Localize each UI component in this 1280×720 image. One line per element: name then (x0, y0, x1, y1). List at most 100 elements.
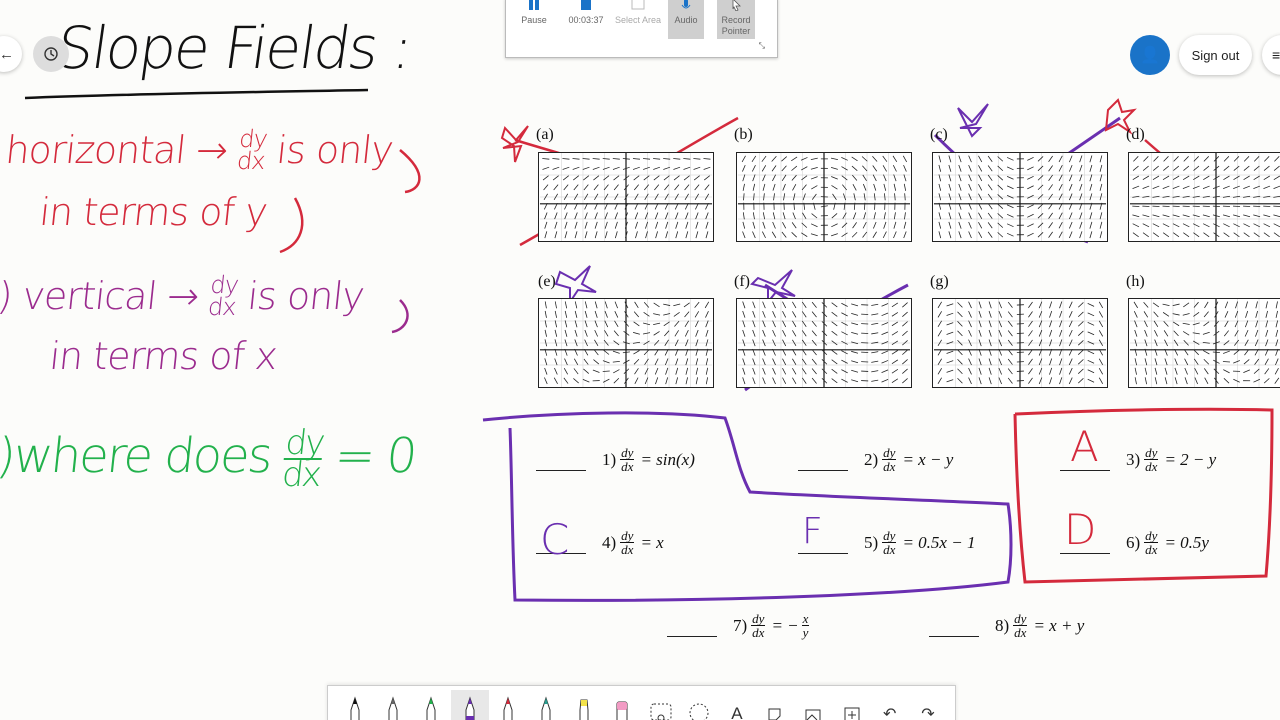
sign-out-button[interactable]: Sign out (1179, 35, 1252, 75)
slope-segment (643, 312, 650, 317)
slope-segment (573, 184, 579, 191)
slope-segment (572, 166, 580, 170)
answer-blank[interactable] (667, 615, 717, 637)
slope-segment (1202, 331, 1210, 335)
slope-segment (544, 367, 548, 375)
eraser-tool[interactable] (603, 690, 641, 720)
pen-teal-tool[interactable] (527, 690, 565, 720)
answer-blank[interactable]: F (798, 511, 848, 554)
slope-segment (1028, 368, 1033, 375)
slope-field-label-e: (e) (538, 273, 556, 290)
slope-segment (902, 330, 908, 336)
lasso-select-tool[interactable] (642, 690, 680, 720)
slope-segment (978, 377, 982, 385)
pen-gray-tool[interactable] (374, 690, 412, 720)
pen-purple-tool[interactable] (450, 690, 489, 720)
slope-segment (1007, 377, 1013, 384)
slope-segment (705, 329, 709, 337)
pause-button[interactable]: Pause (510, 0, 558, 39)
slope-segment (987, 212, 993, 219)
undo-button[interactable]: ↶ (871, 690, 909, 720)
slope-segment (891, 321, 899, 327)
slope-segment (903, 221, 907, 229)
select-area-button[interactable]: Select Area (614, 0, 662, 39)
slope-segment (903, 174, 907, 182)
slope-segment (831, 378, 838, 384)
slope-segment (1087, 303, 1095, 307)
pen-green-tool[interactable] (412, 690, 450, 720)
slope-segment (946, 322, 954, 326)
slope-segment (694, 311, 700, 318)
slope-segment (572, 158, 580, 160)
answer-blank[interactable]: C (536, 518, 586, 560)
answer-blank[interactable] (798, 449, 848, 471)
answer-blank[interactable]: D (1060, 508, 1110, 554)
slope-segment (948, 231, 952, 239)
slope-segment (584, 320, 588, 328)
answer-blank[interactable] (536, 449, 586, 471)
slope-segment (1028, 311, 1033, 318)
slope-segment (762, 377, 766, 385)
slope-segment (1089, 164, 1093, 172)
slope-segment (968, 377, 972, 385)
slope-segment (604, 231, 608, 239)
slope-segment (1006, 166, 1014, 171)
highlighter-tool[interactable] (565, 690, 603, 720)
slope-segment (791, 174, 797, 181)
share-button[interactable]: 👤 (1130, 35, 1170, 75)
slope-segment (883, 183, 887, 191)
slope-segment (1243, 175, 1250, 180)
slope-segment (792, 330, 797, 337)
text-tool[interactable]: A (718, 690, 756, 720)
slope-segment (1162, 312, 1170, 317)
slope-segment (1162, 175, 1170, 180)
audio-toggle[interactable]: Audio (668, 0, 704, 39)
history-button[interactable] (33, 36, 69, 72)
slope-segment (1027, 185, 1034, 190)
slope-segment (988, 301, 992, 309)
shapes-tool[interactable] (756, 690, 794, 720)
slope-segment (978, 184, 983, 191)
slope-segment (654, 212, 659, 220)
slope-segment (1263, 232, 1270, 238)
image-tool[interactable] (794, 690, 832, 720)
slope-segment (633, 321, 640, 327)
redo-button[interactable]: ↷ (909, 690, 947, 720)
slope-segment (1132, 223, 1140, 228)
pen-black-tool[interactable] (336, 690, 374, 720)
add-page-tool[interactable] (832, 690, 870, 720)
slope-segment (968, 310, 972, 318)
slope-segment (810, 233, 818, 237)
slope-segment (968, 212, 972, 220)
slope-segment (1077, 321, 1084, 327)
slope-segment (1245, 301, 1248, 309)
slope-segment (704, 301, 710, 309)
slope-segment (851, 312, 859, 316)
slope-segment (632, 158, 641, 160)
slope-segment (574, 231, 578, 239)
slope-segment (761, 155, 767, 162)
slope-segment (1274, 156, 1280, 162)
slope-segment (871, 379, 879, 382)
slope-segment (695, 231, 699, 239)
slope-segment (831, 321, 838, 327)
slope-segment (1132, 185, 1140, 189)
pen-red-tool[interactable] (489, 690, 527, 720)
slope-field-e (538, 298, 714, 388)
slope-segment (801, 232, 808, 237)
record-pointer-toggle[interactable]: Record Pointer (717, 0, 755, 39)
slope-segment (883, 212, 886, 220)
circle-select-tool[interactable] (680, 690, 718, 720)
slope-segment (752, 221, 756, 229)
slope-segment (988, 320, 992, 328)
slope-segment (1192, 223, 1200, 228)
slope-segment (871, 313, 879, 316)
answer-blank[interactable] (929, 615, 979, 637)
slope-segment (1173, 330, 1179, 337)
expand-icon[interactable]: ⤡ (759, 41, 765, 51)
slope-segment (742, 212, 745, 220)
answer-blank[interactable]: A (1060, 425, 1110, 471)
slope-segment (1243, 223, 1250, 228)
slope-segment (1182, 185, 1190, 189)
slope-segment (664, 184, 670, 191)
